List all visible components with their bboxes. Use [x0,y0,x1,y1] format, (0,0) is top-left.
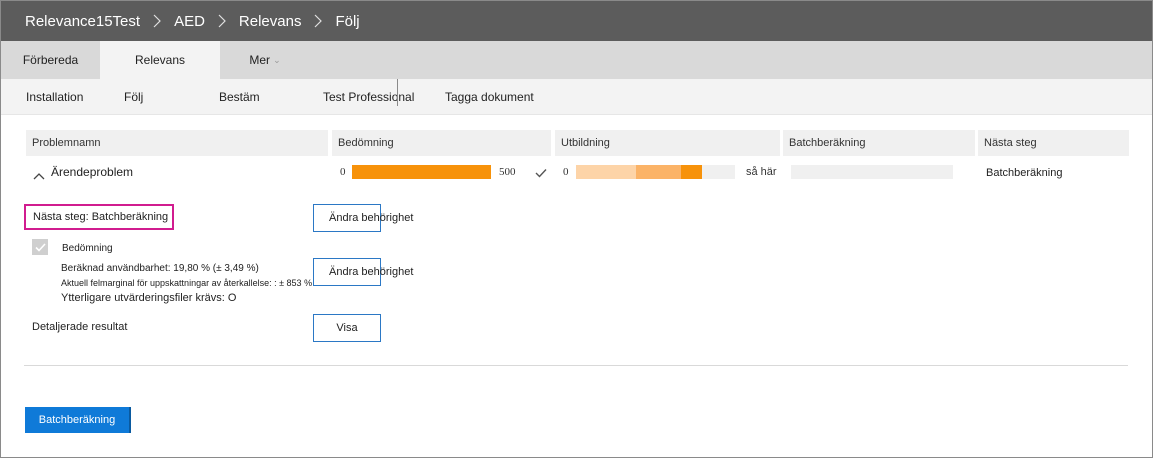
assessment-progress-fill [352,165,491,179]
training-status[interactable]: så här [746,166,777,178]
chevron-right-icon [153,14,161,28]
training-progress-bar [576,165,735,179]
subnav-divider [397,79,398,106]
breadcrumb-module[interactable]: Relevans [239,13,302,30]
additional-files-required: Ytterligare utvärderingsfiler krävs: O [61,292,237,304]
tab-more-label: Mer [249,53,271,67]
assessment-min-value: 0 [340,166,346,178]
chevron-down-icon: ⌄ [273,54,281,65]
margin-of-error: Aktuell felmarginal för uppskattningar a… [61,278,313,288]
batch-calculation-progress-bar [791,165,953,179]
sub-navigation: Installation Följ Bestäm Test Profession… [1,79,1152,115]
assessment-label: Bedömning [62,243,113,254]
column-header-issue-name: Problemnamn [26,130,328,156]
subnav-test[interactable]: Test Professional [323,90,414,104]
top-header: Relevance15Test AED Relevans Följ [1,1,1152,41]
next-step-value: Batchberäkning [986,167,1063,179]
tab-bar: Förbereda Relevans Mer ⌄ [1,41,1152,79]
subnav-track[interactable]: Följ [124,90,143,104]
tab-relevance[interactable]: Relevans [100,41,220,79]
column-header-assessment: Bedömning [332,130,551,156]
assessment-checkbox[interactable] [32,239,48,255]
batch-calculation-button[interactable]: Batchberäkning [25,407,131,433]
checkmark-icon [535,167,547,181]
training-progress-segment [576,165,637,179]
subnav-tag-documents[interactable]: Tagga dokument [445,90,534,104]
section-divider [24,365,1128,366]
estimated-usability: Beräknad användbarhet: 19,80 % (± 3,49 %… [61,263,259,274]
column-header-next-step: Nästa steg [978,130,1129,156]
detailed-results-label: Detaljerade resultat [32,321,128,333]
subnav-determine[interactable]: Bestäm [219,90,260,104]
breadcrumb-workspace[interactable]: Relevance15Test [25,13,140,30]
column-header-training: Utbildning [555,130,780,156]
chevron-up-icon[interactable] [33,169,45,183]
chevron-right-icon [314,14,323,28]
breadcrumb-matter[interactable]: AED [174,13,205,30]
issue-name[interactable]: Ärendeproblem [51,165,133,179]
tab-more[interactable]: Mer ⌄ [220,41,310,79]
breadcrumb-current: Följ [335,12,360,30]
column-header-batch-calculation: Batchberäkning [783,130,975,156]
show-button[interactable]: Visa [313,314,381,342]
change-permission-button[interactable]: Ändra behörighet [313,204,413,232]
training-progress-segment [680,165,702,179]
training-min-value: 0 [563,166,569,178]
tab-prepare[interactable]: Förbereda [1,41,100,79]
change-permission-button-2[interactable]: Ändra behörighet [313,258,413,286]
subnav-setup[interactable]: Installation [26,90,83,104]
assessment-max-value: 500 [499,166,516,178]
chevron-right-icon [218,14,226,28]
assessment-progress-bar [352,165,491,179]
next-step-callout: Nästa steg: Batchberäkning [24,204,174,230]
training-progress-segment [636,165,681,179]
